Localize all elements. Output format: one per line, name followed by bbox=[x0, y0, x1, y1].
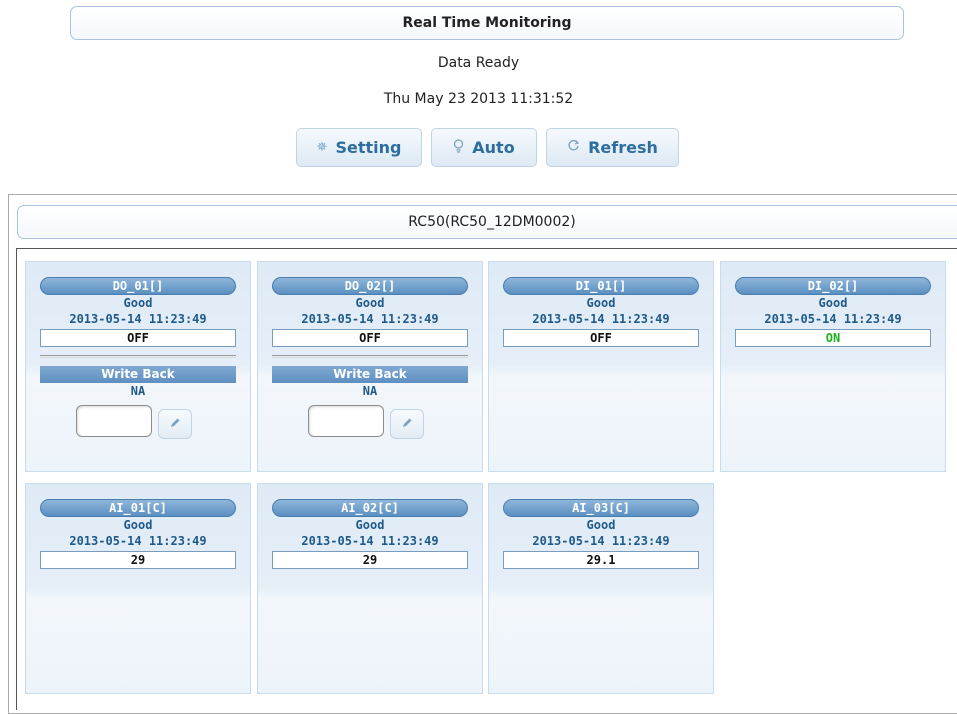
point-timestamp: 2013-05-14 11:23:49 bbox=[532, 312, 670, 326]
point-timestamp: 2013-05-14 11:23:49 bbox=[69, 312, 207, 326]
point-card: DI_02[] Good 2013-05-14 11:23:49 ON bbox=[720, 261, 946, 472]
bulb-icon bbox=[453, 138, 464, 157]
auto-button[interactable]: Auto bbox=[431, 128, 537, 167]
pencil-icon bbox=[401, 417, 413, 432]
point-value: ON bbox=[735, 329, 931, 347]
point-quality: Good bbox=[586, 296, 616, 310]
point-name: AI_03[C] bbox=[503, 499, 699, 517]
point-quality: Good bbox=[123, 296, 153, 310]
point-value: OFF bbox=[40, 329, 236, 347]
point-name: DI_01[] bbox=[503, 277, 699, 295]
point-timestamp: 2013-05-14 11:23:49 bbox=[764, 312, 902, 326]
divider bbox=[40, 355, 236, 358]
point-value: 29 bbox=[40, 551, 236, 569]
setting-button-label: Setting bbox=[335, 138, 402, 157]
point-name: DO_02[] bbox=[272, 277, 468, 295]
point-quality: Good bbox=[355, 518, 385, 532]
point-value: 29 bbox=[272, 551, 468, 569]
write-back-status: NA bbox=[130, 384, 146, 398]
divider bbox=[272, 355, 468, 358]
point-card: AI_03[C] Good 2013-05-14 11:23:49 29.1 bbox=[488, 483, 714, 694]
point-value: 29.1 bbox=[503, 551, 699, 569]
point-timestamp: 2013-05-14 11:23:49 bbox=[69, 534, 207, 548]
write-back-status: NA bbox=[362, 384, 378, 398]
device-title: RC50(RC50_12DM0002) bbox=[17, 205, 957, 239]
point-name: AI_01[C] bbox=[40, 499, 236, 517]
auto-button-label: Auto bbox=[472, 138, 515, 157]
write-back-label: Write Back bbox=[40, 366, 236, 383]
point-name: AI_02[C] bbox=[272, 499, 468, 517]
write-back-input[interactable] bbox=[308, 405, 384, 437]
write-back-button[interactable] bbox=[390, 409, 424, 439]
point-quality: Good bbox=[123, 518, 153, 532]
point-quality: Good bbox=[818, 296, 848, 310]
gear-icon: ✵ bbox=[316, 140, 328, 155]
point-timestamp: 2013-05-14 11:23:49 bbox=[301, 312, 439, 326]
point-timestamp: 2013-05-14 11:23:49 bbox=[301, 534, 439, 548]
refresh-icon bbox=[567, 139, 580, 156]
point-quality: Good bbox=[586, 518, 616, 532]
point-card: AI_02[C] Good 2013-05-14 11:23:49 29 bbox=[257, 483, 483, 694]
write-back-label: Write Back bbox=[272, 366, 468, 383]
point-grid: DO_01[] Good 2013-05-14 11:23:49 OFF Wri… bbox=[16, 248, 957, 710]
point-value: OFF bbox=[272, 329, 468, 347]
page-title: Real Time Monitoring bbox=[70, 6, 904, 40]
point-card: AI_01[C] Good 2013-05-14 11:23:49 29 bbox=[25, 483, 251, 694]
setting-button[interactable]: ✵ Setting bbox=[296, 128, 422, 167]
write-back-button[interactable] bbox=[158, 409, 192, 439]
point-card: DI_01[] Good 2013-05-14 11:23:49 OFF bbox=[488, 261, 714, 472]
point-timestamp: 2013-05-14 11:23:49 bbox=[532, 534, 670, 548]
pencil-icon bbox=[169, 417, 181, 432]
current-datetime: Thu May 23 2013 11:31:52 bbox=[383, 91, 574, 107]
point-card: DO_01[] Good 2013-05-14 11:23:49 OFF Wri… bbox=[25, 261, 251, 472]
point-name: DI_02[] bbox=[735, 277, 931, 295]
point-card: DO_02[] Good 2013-05-14 11:23:49 OFF Wri… bbox=[257, 261, 483, 472]
point-value: OFF bbox=[503, 329, 699, 347]
write-back-input[interactable] bbox=[76, 405, 152, 437]
refresh-button[interactable]: Refresh bbox=[546, 128, 679, 167]
point-name: DO_01[] bbox=[40, 277, 236, 295]
refresh-button-label: Refresh bbox=[588, 138, 658, 157]
point-quality: Good bbox=[355, 296, 385, 310]
status-text: Data Ready bbox=[437, 55, 520, 71]
